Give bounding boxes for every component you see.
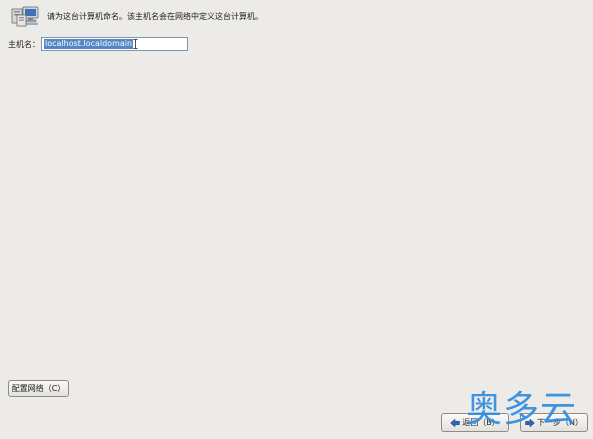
hostname-label: 主机名： — [8, 39, 40, 49]
hostname-input[interactable]: localhost.localdomain — [41, 37, 188, 51]
network-computers-icon — [11, 5, 41, 27]
next-button[interactable]: 下一步（N） — [520, 413, 588, 432]
arrow-right-icon — [525, 417, 535, 428]
arrow-left-icon — [450, 417, 460, 428]
instruction-text: 请为这台计算机命名。该主机名会在网络中定义这台计算机。 — [47, 11, 263, 21]
hostname-selected-text: localhost.localdomain — [44, 39, 134, 49]
next-button-label: 下一步（N） — [537, 418, 583, 427]
back-button-label: 返回（B） — [462, 418, 500, 427]
header: 请为这台计算机命名。该主机名会在网络中定义这台计算机。 — [11, 5, 263, 27]
hostname-row: 主机名： localhost.localdomain — [8, 37, 188, 51]
configure-network-button[interactable]: 配置网络（C） — [8, 380, 69, 397]
text-cursor-icon — [133, 39, 138, 49]
back-button[interactable]: 返回（B） — [441, 413, 509, 432]
